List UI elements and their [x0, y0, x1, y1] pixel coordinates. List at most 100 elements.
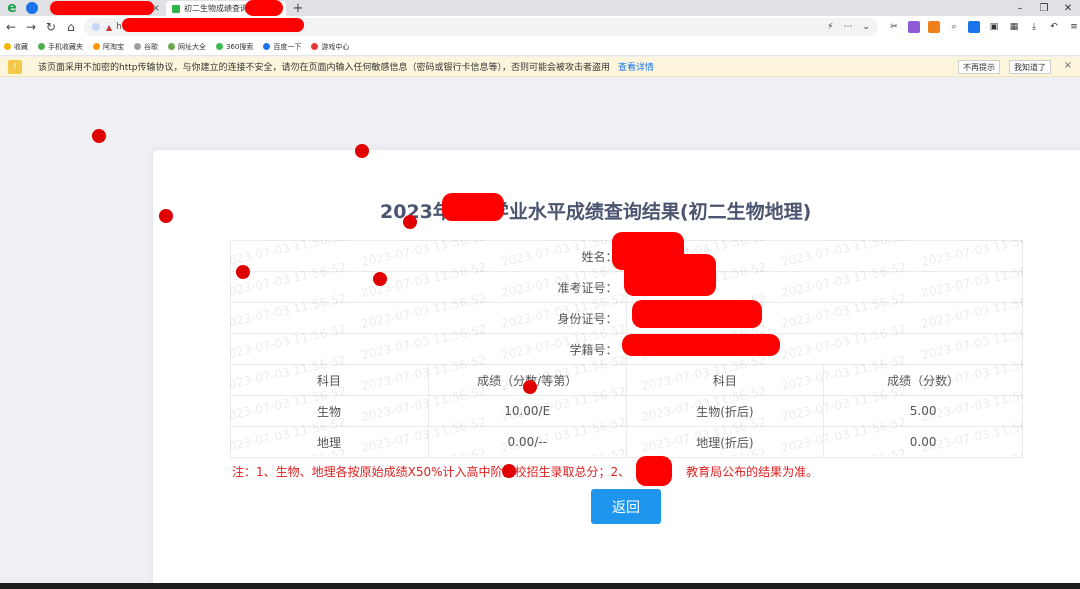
search-icon[interactable]: ⌕ — [948, 21, 960, 33]
bookmark-item[interactable]: 网址大全 — [168, 42, 206, 52]
redaction-mark — [636, 456, 672, 486]
tab-favicon-icon — [172, 4, 180, 13]
security-message: 该页面采用不加密的http传输协议，与你建立的连接不安全，请勿在页面内输入任何敏… — [38, 63, 610, 73]
bookmark-label: 游戏中心 — [321, 42, 350, 51]
bookmark-item[interactable]: 手机收藏夹 — [38, 42, 83, 52]
red-dot-mark — [92, 129, 106, 143]
bookmarks-bar: 收藏 手机收藏夹 阿淘宝 谷歌 网址大全 360搜索 百度一下 游戏中心 — [0, 38, 1080, 56]
home-icon[interactable]: ⌂ — [62, 18, 80, 36]
score-cell: 0.00 — [823, 426, 1023, 458]
warning-folder-icon: ! — [8, 59, 22, 74]
tab-bar: e × 初二生物成绩查询 × + – ❐ ✕ — [0, 0, 1080, 16]
student-no-label: 学籍号： — [230, 333, 627, 365]
search-360-icon — [216, 43, 223, 50]
taskbar — [0, 583, 1080, 589]
subject-cell: 生物 — [230, 395, 429, 427]
header-subject-2: 科目 — [625, 364, 825, 396]
extension-icon[interactable] — [26, 2, 38, 14]
footnote-part2: 校招生录取总分；2、 — [514, 465, 631, 479]
restore-icon[interactable]: ❐ — [1032, 0, 1056, 16]
reload-icon[interactable]: ↻ — [42, 18, 60, 36]
bookmark-item[interactable]: 游戏中心 — [311, 42, 349, 52]
score-cell: 10.00/E — [427, 395, 627, 427]
star-icon — [4, 43, 11, 50]
exam-no-label: 准考证号： — [230, 271, 627, 303]
id-no-label: 身份证号： — [230, 302, 627, 334]
browser-logo-icon: e — [7, 0, 17, 16]
insecure-warning-icon: ▲ — [105, 22, 113, 32]
more-icon[interactable]: ⋯ — [843, 22, 852, 32]
chevron-down-icon[interactable]: ⌄ — [862, 22, 870, 32]
bookmark-label: 谷歌 — [144, 42, 158, 51]
red-dot-mark — [373, 272, 387, 286]
menu-icon[interactable]: ≡ — [1068, 21, 1080, 33]
forward-arrow-icon[interactable]: → — [22, 18, 40, 36]
undo-icon[interactable]: ↶ — [1048, 21, 1060, 33]
redaction-mark — [442, 193, 504, 221]
grid-icon[interactable]: ▦ — [1008, 21, 1020, 33]
red-dot-mark — [403, 215, 417, 229]
subject-cell: 生物(折后) — [625, 395, 825, 427]
bookmark-item[interactable]: 阿淘宝 — [93, 42, 124, 52]
window-controls: – ❐ ✕ — [1008, 0, 1080, 16]
phone-icon — [38, 43, 45, 50]
red-dot-mark — [355, 144, 369, 158]
back-arrow-icon[interactable]: ← — [2, 18, 20, 36]
redaction-mark — [632, 300, 762, 328]
redaction-mark — [622, 334, 780, 356]
bookmark-item[interactable]: 360搜索 — [216, 42, 253, 52]
address-tools: ⚡ ⋯ ⌄ — [827, 22, 870, 32]
taobao-icon — [93, 43, 100, 50]
bookmark-item[interactable]: 谷歌 — [134, 42, 158, 52]
table-row: 地理 0.00/-- 地理(折后) 0.00 — [230, 426, 1023, 458]
bookmark-item[interactable]: 收藏 — [4, 42, 28, 52]
red-dot-mark — [159, 209, 173, 223]
info-row-id-no: 身份证号： — [230, 302, 1024, 334]
redaction-mark — [245, 0, 283, 16]
back-button[interactable]: 返回 — [591, 489, 661, 524]
footnote-part1: 注：1、生物、地理各按原始成绩X50%计入高中阶段 — [232, 465, 515, 479]
leaf-icon — [168, 43, 175, 50]
footnote-part3: 教育局公布的结果为准。 — [686, 465, 819, 479]
bookmark-label: 360搜索 — [226, 42, 254, 51]
extension-orange-icon[interactable] — [928, 21, 941, 33]
new-tab-button[interactable]: + — [290, 1, 306, 16]
view-details-link[interactable]: 查看详情 — [618, 60, 654, 73]
extension-blue-icon[interactable] — [968, 21, 981, 33]
close-icon[interactable]: × — [1064, 60, 1072, 71]
no-remind-button[interactable]: 不再提示 — [958, 60, 1000, 74]
header-score: 成绩（分数） — [823, 364, 1023, 396]
redaction-mark — [50, 1, 154, 15]
lightning-icon[interactable]: ⚡ — [827, 22, 833, 32]
score-cell: 0.00/-- — [427, 426, 627, 458]
bookmark-label: 阿淘宝 — [103, 42, 124, 51]
score-cell: 5.00 — [823, 395, 1023, 427]
red-dot-mark — [502, 464, 516, 478]
security-warning-bar: ! 该页面采用不加密的http传输协议，与你建立的连接不安全，请勿在页面内输入任… — [0, 57, 1080, 77]
name-label: 姓名： — [230, 240, 627, 272]
scissors-icon[interactable]: ✂ — [888, 21, 900, 33]
red-dot-mark — [236, 265, 250, 279]
extension-purple-icon[interactable] — [908, 21, 921, 33]
site-info-icon[interactable] — [91, 23, 100, 31]
screen-icon[interactable]: ▣ — [988, 21, 1000, 33]
red-dot-mark — [523, 380, 537, 394]
bookmark-label: 手机收藏夹 — [48, 42, 83, 51]
table-header-row: 科目 成绩（分数/等第） 科目 成绩（分数） — [230, 364, 1023, 396]
download-icon[interactable]: ⤓ — [1028, 21, 1040, 33]
got-it-button[interactable]: 我知道了 — [1009, 60, 1051, 74]
minimize-icon[interactable]: – — [1008, 0, 1032, 16]
close-window-icon[interactable]: ✕ — [1056, 0, 1080, 16]
bookmark-label: 收藏 — [14, 42, 28, 51]
redaction-mark — [624, 254, 716, 296]
footnote: 注：1、生物、地理各按原始成绩X50%计入高中阶段校招生录取总分；2、 教育局公布… — [232, 463, 818, 480]
bookmark-label: 网址大全 — [178, 42, 206, 51]
subject-cell: 地理(折后) — [625, 426, 825, 458]
toolbar-right: ✂ ⌕ ▣ ▦ ⤓ ↶ ≡ — [888, 21, 1080, 33]
table-row: 生物 10.00/E 生物(折后) 5.00 — [230, 395, 1023, 427]
redaction-mark — [122, 18, 304, 32]
subject-cell: 地理 — [230, 426, 429, 458]
bookmark-item[interactable]: 百度一下 — [263, 42, 301, 52]
game-icon — [311, 43, 319, 50]
paw-icon — [263, 43, 271, 50]
